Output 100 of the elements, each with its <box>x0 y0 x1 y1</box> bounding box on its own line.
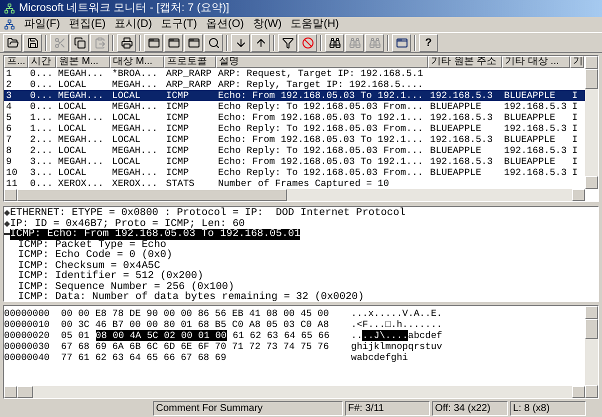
table-cell: ICMP <box>166 156 189 167</box>
status-field: Comment For Summary <box>153 401 343 416</box>
network-icon <box>4 19 15 30</box>
window-icon[interactable] <box>392 34 411 52</box>
table-row[interactable]: 11 0... XEROX... XEROX... STATS Number of Frames Captured = 10 <box>4 178 585 189</box>
table-cell: BLUEAPPLE <box>430 123 482 134</box>
stop-icon[interactable] <box>298 34 317 52</box>
table-cell: BLUEAPPLE <box>430 145 482 156</box>
table-row[interactable]: 5 1... MEGAH... LOCAL ICMP Echo: From 192.168.05.03 To 192.1... 192.168.5.3 BLUEAPPLE I <box>4 112 585 123</box>
table-cell: 4 <box>6 101 12 112</box>
vertical-scrollbar[interactable] <box>585 306 598 398</box>
table-cell: Echo Reply: To 192.168.05.03 From... <box>218 145 424 156</box>
hex-bytes: 00 3C 46 B7 00 00 80 01 68 B5 C0 A8 05 03 C0 A8 <box>61 319 329 330</box>
menu-item[interactable]: 파일(F) <box>24 19 60 30</box>
help-button[interactable]: ? <box>419 34 438 52</box>
open-folder-icon[interactable] <box>3 34 22 52</box>
table-cell: ARP: Request, Target IP: 192.168.5.1 <box>218 68 424 79</box>
vertical-scrollbar[interactable] <box>585 56 598 189</box>
table-row[interactable]: 8 2... LOCAL MEGAH... ICMP Echo Reply: To 192.168.05.03 From... BLUEAPPLE 192.168.5.3 I <box>4 145 585 156</box>
table-cell: 10 <box>6 167 18 178</box>
table-row[interactable]: 3 0... MEGAH... LOCAL ICMP Echo: From 192.168.05.03 To 192.1... 192.168.5.3 BLUEAPPLE I <box>4 90 585 101</box>
table-row[interactable]: 2 0... LOCAL MEGAH... ARP_RARP ARP: Reply, Target IP: 192.168.5.... <box>4 79 585 90</box>
menu-item[interactable]: 도구(T) <box>161 19 198 30</box>
paste-icon[interactable] <box>90 34 109 52</box>
table-row[interactable]: 6 1... LOCAL MEGAH... ICMP Echo Reply: To 192.168.05.03 From... BLUEAPPLE 192.168.5.3 I <box>4 123 585 134</box>
table-cell: I <box>572 101 578 112</box>
pane-layout-icon[interactable] <box>144 34 163 52</box>
table-cell: 7 <box>6 134 12 145</box>
ascii-text: .. <box>351 330 362 341</box>
detail-line[interactable]: ICMP: Identifier = 512 (0x200) <box>18 271 204 282</box>
binoculars-icon[interactable] <box>325 34 344 52</box>
table-row[interactable]: 7 2... MEGAH... LOCAL ICMP Echo: From 192.168.05.03 To 192.1... 192.168.5.3 BLUEAPPLE I <box>4 134 585 145</box>
printer-icon[interactable] <box>117 34 136 52</box>
table-cell: Echo: From 192.168.05.03 To 192.1... <box>218 134 424 145</box>
status-field: F#: 3/11 <box>345 401 430 416</box>
pane-layout-icon[interactable] <box>164 34 183 52</box>
detail-line[interactable]: ICMP: Sequence Number = 256 (0x100) <box>18 282 234 292</box>
table-cell: I <box>572 134 578 145</box>
table-cell: 1... <box>30 123 53 134</box>
table-row[interactable]: 1 0... MEGAH... *BROA... ARP_RARP ARP: Request, Target IP: 192.168.5.1 <box>4 68 585 79</box>
table-cell: ICMP <box>166 134 189 145</box>
table-row[interactable]: 9 3... MEGAH... LOCAL ICMP Echo: From 192.168.05.03 To 192.1... 192.168.5.3 BLUEAPPLE I <box>4 156 585 167</box>
table-cell: 192.168.5.3 <box>430 134 493 145</box>
table-cell: I <box>572 167 578 178</box>
detail-line[interactable]: ICMP: Data: Number of data bytes remaining = 32 (0x0020) <box>18 292 364 302</box>
table-cell: Echo: From 192.168.05.03 To 192.1... <box>218 112 424 123</box>
hex-offset: 00000020 <box>4 330 51 341</box>
table-cell: LOCAL <box>112 134 141 145</box>
menu-item[interactable]: 편집(E) <box>69 19 106 30</box>
pane-layout-icon[interactable] <box>184 34 203 52</box>
table-cell: ARP: Reply, Target IP: 192.168.5.... <box>218 79 424 90</box>
arrow-up-icon[interactable] <box>251 34 270 52</box>
detail-line[interactable]: ICMP: Packet Type = Echo <box>18 240 166 250</box>
collapse-icon[interactable] <box>4 231 10 238</box>
detail-line[interactable]: ICMP: Echo Code = 0 (0x0) <box>18 250 172 260</box>
detail-line[interactable]: ICMP: Checksum = 0x4A5C <box>18 260 160 271</box>
horizontal-scrollbar[interactable] <box>4 189 585 201</box>
menu-item[interactable]: 도움말(H) <box>290 19 339 30</box>
table-row[interactable]: 4 0... LOCAL MEGAH... ICMP Echo Reply: To 192.168.05.03 From... BLUEAPPLE 192.168.5.3 I <box>4 101 585 112</box>
table-cell: BLUEAPPLE <box>430 101 482 112</box>
horizontal-scrollbar[interactable] <box>4 386 585 398</box>
menu-item[interactable]: 옵션(O) <box>206 19 244 30</box>
table-cell: 0... <box>30 101 53 112</box>
table-cell: I <box>572 123 578 134</box>
table-cell: 192.168.5.3 <box>504 167 567 178</box>
table-cell: Echo: From 192.168.05.03 To 192.1... <box>218 156 424 167</box>
menu-item[interactable]: 창(W) <box>252 19 282 30</box>
table-cell: LOCAL <box>58 167 87 178</box>
table-cell: ICMP <box>166 101 189 112</box>
ascii-text: .<F...□.h....... <box>351 319 442 330</box>
table-cell: 11 <box>6 178 18 189</box>
column-header[interactable]: 프로토콜 <box>164 56 216 68</box>
table-cell: 2... <box>30 145 53 156</box>
table-cell: 8 <box>6 145 12 156</box>
table-cell: ICMP <box>166 123 189 134</box>
detail-line[interactable]: IP: ID = 0x46B7; Proto = ICMP; Len: 60 <box>10 218 245 229</box>
scissors-icon[interactable] <box>50 34 69 52</box>
filter-icon[interactable] <box>278 34 297 52</box>
table-cell: LOCAL <box>58 79 87 90</box>
table-cell: ARP_RARP <box>166 68 212 79</box>
search-icon[interactable] <box>204 34 223 52</box>
table-cell: I <box>572 112 578 123</box>
table-cell: BLUEAPPLE <box>504 156 556 167</box>
status-field: L: 8 (x8) <box>510 401 586 416</box>
copy-icon[interactable] <box>70 34 89 52</box>
table-cell: 3 <box>6 90 12 101</box>
table-cell: ARP_RARP <box>166 79 212 90</box>
menu-item[interactable]: 표시(D) <box>114 19 152 30</box>
table-cell: 192.168.5.3 <box>504 101 567 112</box>
table-cell: BLUEAPPLE <box>504 134 556 145</box>
column-header[interactable]: 프... <box>4 56 28 68</box>
hex-offset: 00000040 <box>4 352 51 363</box>
arrow-down-icon[interactable] <box>231 34 250 52</box>
detail-line[interactable]: ETHERNET: ETYPE = 0x0800 : Protocol = IP: DOD Internet Protocol <box>10 208 406 218</box>
ascii-text: ...x.....V.A..E. <box>351 308 442 319</box>
table-row[interactable]: 10 3... LOCAL MEGAH... ICMP Echo Reply: To 192.168.05.03 From... BLUEAPPLE 192.168.5.3 I <box>4 167 585 178</box>
save-icon[interactable] <box>23 34 42 52</box>
table-cell: MEGAH... <box>58 68 104 79</box>
table-cell: 0... <box>30 178 53 189</box>
ascii-text: abcdef <box>408 330 442 341</box>
